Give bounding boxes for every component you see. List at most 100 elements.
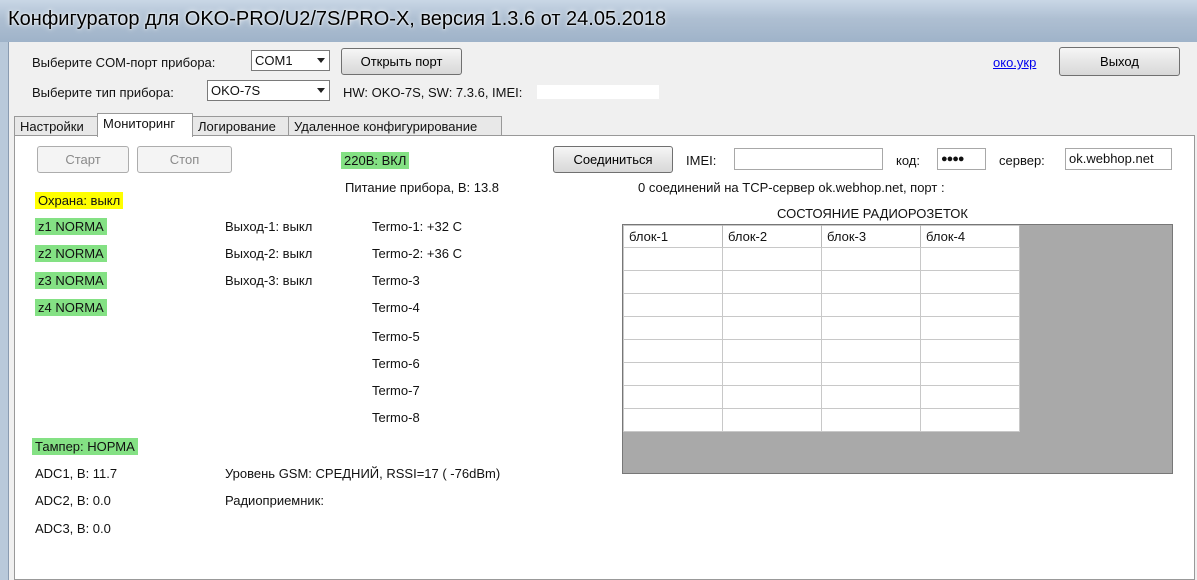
- table-cell[interactable]: [623, 385, 723, 409]
- table-cell[interactable]: [722, 385, 822, 409]
- radio-sockets-grid: блок-1 блок-2 блок-3 блок-4: [622, 224, 1173, 474]
- table-cell[interactable]: [821, 316, 921, 340]
- code-label: код:: [896, 153, 920, 168]
- gsm-level: Уровень GSM: СРЕДНИЙ, RSSI=17 ( -76dBm): [225, 466, 501, 481]
- column-header[interactable]: блок-2: [722, 225, 822, 248]
- start-button[interactable]: Старт: [37, 146, 129, 173]
- table-cell[interactable]: [623, 339, 723, 363]
- imei-label: IMEI:: [686, 153, 717, 168]
- table-cell[interactable]: [920, 385, 1020, 409]
- com-port-value: COM1: [255, 53, 293, 68]
- table-cell[interactable]: [821, 293, 921, 317]
- adc-value: ADC1, В: 11.7: [35, 466, 118, 481]
- table-cell[interactable]: [623, 247, 723, 271]
- termo-sensor: Termo-5: [372, 329, 420, 344]
- main-window: Выберите COM-порт прибора: COM1 Открыть …: [8, 42, 1197, 580]
- table-cell[interactable]: [920, 362, 1020, 386]
- site-link[interactable]: око.укр: [993, 55, 1036, 70]
- output-status: Выход-2: выкл: [225, 246, 313, 261]
- table-cell[interactable]: [722, 316, 822, 340]
- table-cell[interactable]: [623, 362, 723, 386]
- termo-sensor: Termo-3: [372, 273, 420, 288]
- table-cell[interactable]: [722, 270, 822, 294]
- device-type-select[interactable]: OKO-7S: [207, 80, 330, 101]
- table-cell[interactable]: [821, 408, 921, 432]
- column-header[interactable]: блок-4: [920, 225, 1020, 248]
- table-cell[interactable]: [623, 316, 723, 340]
- table-cell[interactable]: [920, 316, 1020, 340]
- title-bar: Конфигуратор для OKO-PRO/U2/7S/PRO-X, ве…: [0, 0, 1197, 42]
- security-status: Охрана: выкл: [35, 192, 124, 209]
- table-header-row: блок-1 блок-2 блок-3 блок-4: [623, 225, 1020, 248]
- com-port-label: Выберите COM-порт прибора:: [32, 55, 216, 70]
- zone-status: z2 NORMA: [35, 245, 107, 262]
- output-status: Выход-1: выкл: [225, 219, 313, 234]
- table-cell[interactable]: [722, 408, 822, 432]
- termo-sensor: Termo-1: +32 C: [372, 219, 462, 234]
- tab-settings[interactable]: Настройки: [14, 116, 98, 136]
- table-row: [623, 362, 1020, 386]
- radio-receiver: Радиоприемник:: [225, 493, 324, 508]
- output-status: Выход-3: выкл: [225, 273, 313, 288]
- table-row: [623, 247, 1020, 271]
- tab-remote-config[interactable]: Удаленное конфигурирование: [288, 116, 502, 136]
- radio-sockets-body: [623, 247, 1020, 432]
- table-row: [623, 408, 1020, 432]
- table-cell[interactable]: [821, 247, 921, 271]
- termo-sensor: Termo-7: [372, 383, 420, 398]
- connect-button[interactable]: Соединиться: [553, 146, 673, 173]
- monitoring-panel: Старт Стоп 220В: ВКЛ Питание прибора, В:…: [14, 135, 1195, 580]
- table-cell[interactable]: [722, 247, 822, 271]
- imei-display: [537, 85, 659, 99]
- table-cell[interactable]: [920, 408, 1020, 432]
- open-port-button[interactable]: Открыть порт: [341, 48, 462, 75]
- table-cell[interactable]: [722, 362, 822, 386]
- table-row: [623, 339, 1020, 363]
- server-input[interactable]: ok.webhop.net: [1065, 148, 1172, 170]
- code-input[interactable]: ●●●●: [937, 148, 986, 170]
- tab-monitoring[interactable]: Мониторинг: [97, 113, 193, 137]
- table-cell[interactable]: [920, 293, 1020, 317]
- table-cell[interactable]: [821, 270, 921, 294]
- tab-logging[interactable]: Логирование: [192, 116, 289, 136]
- stop-button[interactable]: Стоп: [137, 146, 232, 173]
- zone-status: z4 NORMA: [35, 299, 107, 316]
- table-cell[interactable]: [722, 339, 822, 363]
- column-header[interactable]: блок-1: [623, 225, 723, 248]
- com-port-select[interactable]: COM1: [251, 50, 330, 71]
- device-type-value: OKO-7S: [211, 83, 261, 98]
- termo-sensor: Termo-4: [372, 300, 420, 315]
- termo-sensor: Termo-8: [372, 410, 420, 425]
- table-cell[interactable]: [920, 247, 1020, 271]
- table-cell[interactable]: [623, 293, 723, 317]
- radio-sockets-table: блок-1 блок-2 блок-3 блок-4: [623, 225, 1020, 432]
- power-220-status: 220В: ВКЛ: [341, 152, 410, 169]
- table-row: [623, 270, 1020, 294]
- device-type-label: Выберите тип прибора:: [32, 85, 174, 100]
- tamper-status: Тампер: НОРМА: [32, 438, 138, 455]
- table-cell[interactable]: [722, 293, 822, 317]
- termo-sensor: Termo-2: +36 C: [372, 246, 462, 261]
- table-row: [623, 293, 1020, 317]
- zone-status: z1 NORMA: [35, 218, 107, 235]
- table-cell[interactable]: [623, 408, 723, 432]
- radio-sockets-title: СОСТОЯНИЕ РАДИОРОЗЕТОК: [777, 206, 968, 221]
- table-cell[interactable]: [920, 270, 1020, 294]
- hw-info-text: HW: OKO-7S, SW: 7.3.6, IMEI:: [343, 85, 523, 100]
- table-row: [623, 316, 1020, 340]
- window-title: Конфигуратор для OKO-PRO/U2/7S/PRO-X, ве…: [8, 8, 667, 30]
- table-cell[interactable]: [821, 362, 921, 386]
- zone-status: z3 NORMA: [35, 272, 107, 289]
- table-cell[interactable]: [821, 339, 921, 363]
- column-header[interactable]: блок-3: [821, 225, 921, 248]
- table-cell[interactable]: [920, 339, 1020, 363]
- exit-button[interactable]: Выход: [1059, 47, 1180, 76]
- imei-input[interactable]: [734, 148, 883, 170]
- adc-value: ADC2, В: 0.0: [35, 493, 111, 508]
- table-cell[interactable]: [623, 270, 723, 294]
- power-supply-voltage: Питание прибора, В: 13.8: [345, 180, 500, 195]
- adc-value: ADC3, В: 0.0: [35, 521, 111, 536]
- server-label: сервер:: [999, 153, 1045, 168]
- tcp-connection-status: 0 соединений на TCP-сервер ok.webhop.net…: [638, 180, 945, 195]
- table-cell[interactable]: [821, 385, 921, 409]
